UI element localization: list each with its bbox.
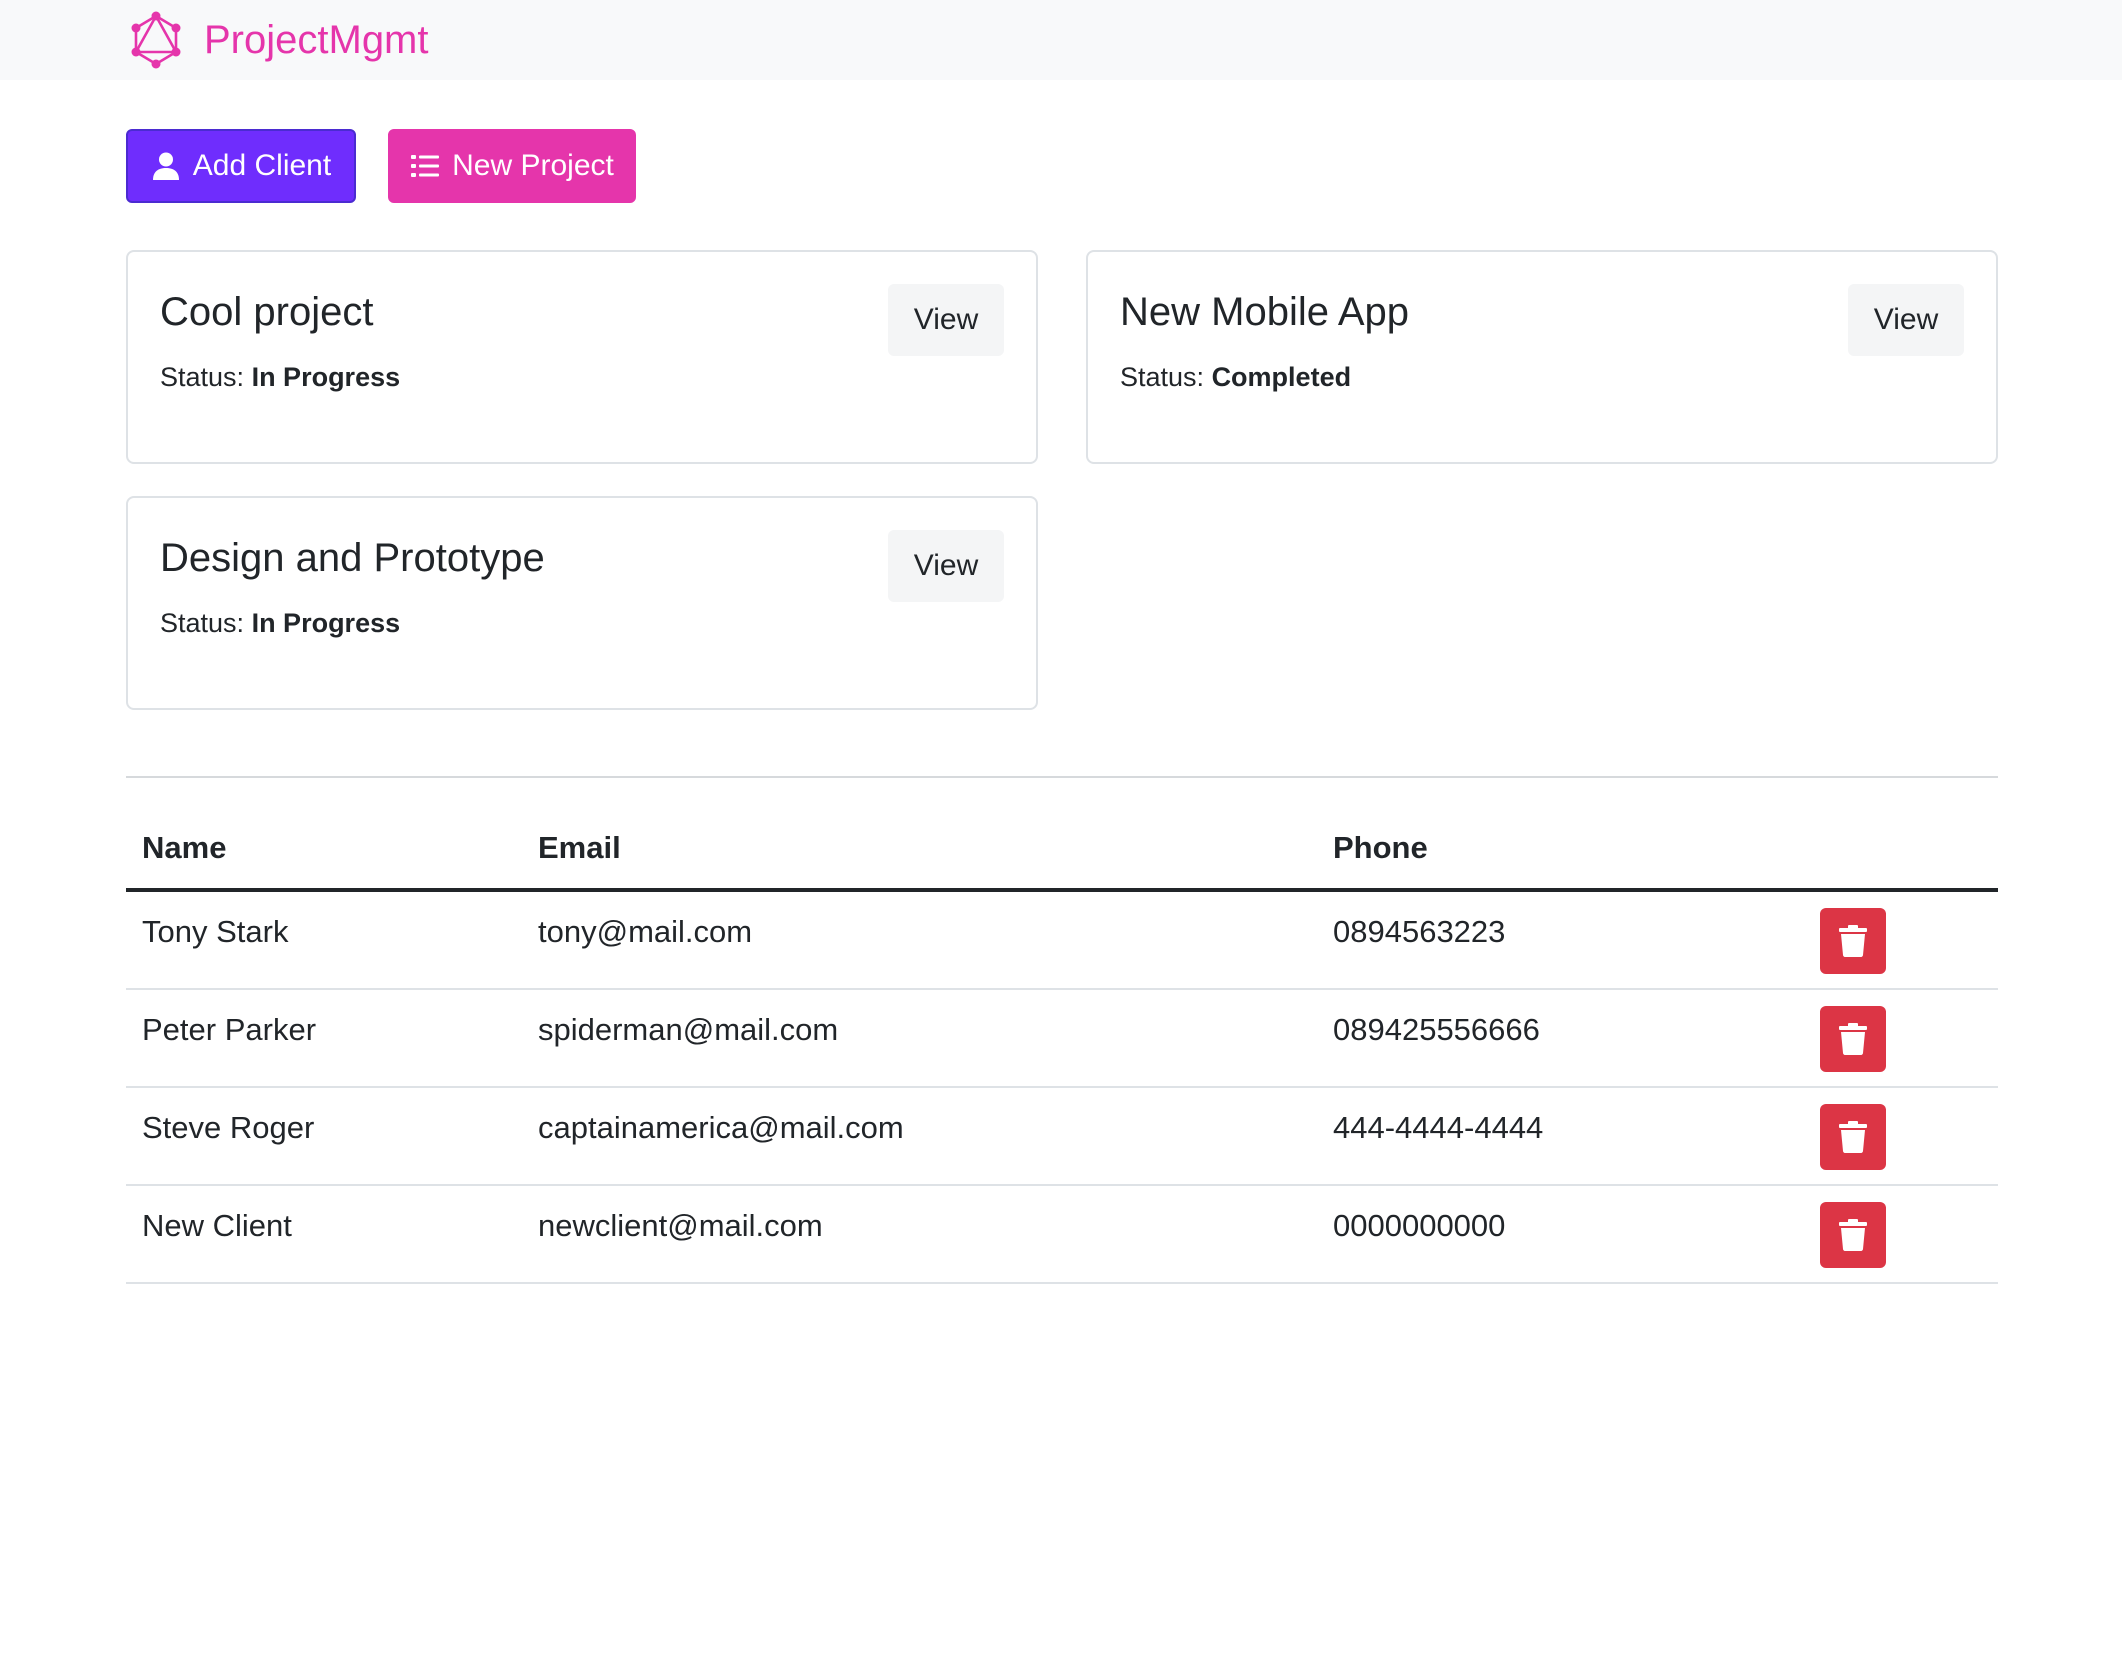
user-icon — [151, 151, 181, 181]
brand-link[interactable]: ProjectMgmt — [126, 10, 429, 70]
project-card: New Mobile App Status: Completed View — [1086, 250, 1998, 464]
column-header-name: Name — [142, 830, 227, 865]
table-row: Peter Parker spiderman@mail.com 08942555… — [126, 990, 1998, 1088]
brand-name: ProjectMgmt — [204, 18, 429, 62]
project-status-value: Completed — [1211, 362, 1352, 392]
new-project-label: New Project — [452, 149, 614, 182]
table-row: New Client newclient@mail.com 0000000000 — [126, 1186, 1998, 1284]
trash-icon — [1839, 1219, 1867, 1251]
graphql-logo-icon — [126, 10, 186, 70]
column-header-phone: Phone — [1333, 830, 1428, 865]
column-header-email: Email — [538, 830, 621, 865]
project-status-value: In Progress — [251, 608, 401, 638]
project-status-value: In Progress — [251, 362, 401, 392]
project-title: Cool project — [160, 290, 374, 334]
table-row: Steve Roger captainamerica@mail.com 444-… — [126, 1088, 1998, 1186]
add-client-label: Add Client — [192, 149, 332, 182]
project-card: Cool project Status: In Progress View — [126, 250, 1038, 464]
client-name: Tony Stark — [142, 914, 289, 949]
delete-client-button[interactable] — [1820, 908, 1886, 974]
table-row: Tony Stark tony@mail.com 0894563223 — [126, 892, 1998, 990]
client-email: tony@mail.com — [538, 914, 753, 949]
client-phone: 444-4444-4444 — [1333, 1110, 1544, 1145]
delete-client-button[interactable] — [1820, 1006, 1886, 1072]
delete-client-button[interactable] — [1820, 1104, 1886, 1170]
client-phone: 0894563223 — [1333, 914, 1506, 949]
navbar: ProjectMgmt — [0, 0, 2122, 80]
client-email: spiderman@mail.com — [538, 1012, 839, 1047]
section-divider — [126, 776, 1998, 778]
list-icon — [410, 151, 440, 181]
project-status: Status: Completed — [1120, 362, 1352, 392]
client-name: Peter Parker — [142, 1012, 317, 1047]
view-project-button[interactable]: View — [888, 530, 1004, 602]
project-status: Status: In Progress — [160, 608, 401, 638]
client-email: captainamerica@mail.com — [538, 1110, 904, 1145]
clients-table: Name Email Phone Tony Stark tony@mail.co… — [126, 800, 1998, 1284]
add-client-button[interactable]: Add Client — [126, 129, 356, 203]
trash-icon — [1839, 1121, 1867, 1153]
new-project-button[interactable]: New Project — [388, 129, 636, 203]
client-phone: 0000000000 — [1333, 1208, 1506, 1243]
trash-icon — [1839, 925, 1867, 957]
client-phone: 089425556666 — [1333, 1012, 1540, 1047]
project-card: Design and Prototype Status: In Progress… — [126, 496, 1038, 710]
client-name: New Client — [142, 1208, 292, 1243]
delete-client-button[interactable] — [1820, 1202, 1886, 1268]
project-title: New Mobile App — [1120, 290, 1410, 334]
view-project-button[interactable]: View — [888, 284, 1004, 356]
project-title: Design and Prototype — [160, 536, 545, 580]
client-name: Steve Roger — [142, 1110, 315, 1145]
project-status: Status: In Progress — [160, 362, 401, 392]
client-email: newclient@mail.com — [538, 1208, 823, 1243]
view-project-button[interactable]: View — [1848, 284, 1964, 356]
trash-icon — [1839, 1023, 1867, 1055]
table-header: Name Email Phone — [126, 800, 1998, 892]
